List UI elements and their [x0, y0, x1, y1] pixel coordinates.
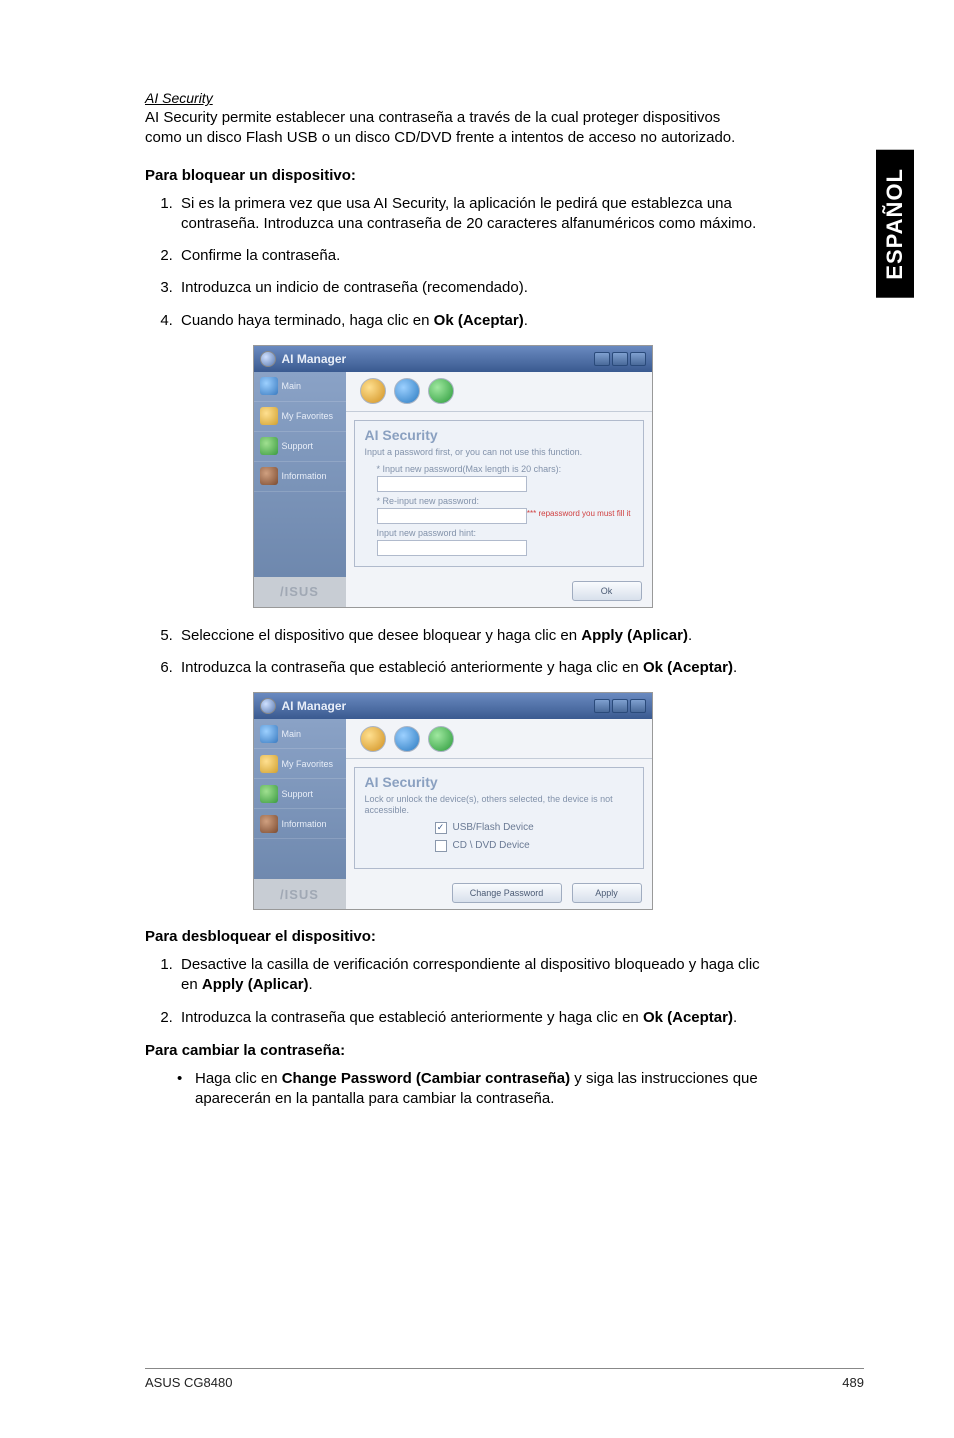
- ai-security-panel: AI Security Lock or unlock the device(s)…: [354, 767, 644, 869]
- panel-desc: Lock or unlock the device(s), others sel…: [365, 794, 633, 816]
- sidebar-item-information[interactable]: Information: [254, 462, 346, 492]
- close-icon[interactable]: [630, 352, 646, 366]
- new-password-label: * Input new password(Max length is 20 ch…: [377, 464, 633, 474]
- change-password-button[interactable]: Change Password: [452, 883, 562, 903]
- usb-flash-label: USB/Flash Device: [453, 822, 534, 833]
- ai-security-panel: AI Security Input a password first, or y…: [354, 420, 644, 567]
- minimize-icon[interactable]: [594, 352, 610, 366]
- toolbar-tool-1-icon[interactable]: [360, 378, 386, 404]
- window-title: AI Manager: [282, 699, 594, 713]
- reinput-password-input[interactable]: [377, 508, 527, 524]
- lock-steps-1-4: Si es la primera vez que usa AI Security…: [145, 194, 760, 331]
- cd-dvd-option[interactable]: CD \ DVD Device: [435, 840, 633, 852]
- ok-button[interactable]: Ok: [572, 581, 642, 601]
- maximize-icon[interactable]: [612, 699, 628, 713]
- apply-button[interactable]: Apply: [572, 883, 642, 903]
- unlock-step-2: Introduzca la contraseña que estableció …: [177, 1008, 760, 1028]
- sidebar: Main My Favorites Support Information /I…: [254, 372, 346, 607]
- minimize-icon[interactable]: [594, 699, 610, 713]
- close-icon[interactable]: [630, 699, 646, 713]
- lock-step-6: Introduzca la contraseña que estableció …: [177, 658, 760, 678]
- main-icon: [260, 725, 278, 743]
- footer-page-number: 489: [842, 1375, 864, 1390]
- cd-dvd-checkbox[interactable]: [435, 840, 447, 852]
- lock-step-2: Confirme la contraseña.: [177, 246, 760, 266]
- unlock-steps: Desactive la casilla de verificación cor…: [145, 955, 760, 1028]
- change-bullets: Haga clic en Change Password (Cambiar co…: [145, 1069, 760, 1110]
- password-warning: *** repassword you must fill it: [527, 509, 631, 518]
- toolbar-tool-3-icon[interactable]: [428, 726, 454, 752]
- language-side-tab: ESPAÑOL: [876, 150, 914, 298]
- sidebar-item-main[interactable]: Main: [254, 372, 346, 402]
- sidebar: Main My Favorites Support Information /I…: [254, 719, 346, 909]
- reinput-password-label: * Re-input new password:: [377, 496, 633, 506]
- support-icon: [260, 785, 278, 803]
- new-password-input[interactable]: [377, 476, 527, 492]
- sidebar-item-information[interactable]: Information: [254, 809, 346, 839]
- hint-input[interactable]: [377, 540, 527, 556]
- sidebar-item-support[interactable]: Support: [254, 432, 346, 462]
- lock-step-5: Seleccione el dispositivo que desee bloq…: [177, 626, 760, 646]
- window-titlebar: AI Manager: [254, 346, 652, 372]
- panel-title: AI Security: [365, 427, 633, 443]
- panel-desc: Input a password first, or you can not u…: [365, 447, 633, 458]
- information-icon: [260, 815, 278, 833]
- window-title: AI Manager: [282, 352, 594, 366]
- hint-label: Input new password hint:: [377, 528, 633, 538]
- usb-flash-checkbox[interactable]: ✓: [435, 822, 447, 834]
- toolbar-tool-2-icon[interactable]: [394, 726, 420, 752]
- lock-step-4: Cuando haya terminado, haga clic en Ok (…: [177, 311, 760, 331]
- unlock-step-1: Desactive la casilla de verificación cor…: [177, 955, 760, 996]
- information-icon: [260, 467, 278, 485]
- toolbar-tool-2-icon[interactable]: [394, 378, 420, 404]
- toolbar: [346, 719, 652, 759]
- sidebar-item-favorites[interactable]: My Favorites: [254, 749, 346, 779]
- toolbar-tool-1-icon[interactable]: [360, 726, 386, 752]
- cd-dvd-label: CD \ DVD Device: [453, 840, 530, 851]
- app-logo-icon: [260, 698, 276, 714]
- lock-step-3: Introduzca un indicio de contraseña (rec…: [177, 278, 760, 298]
- toolbar-tool-3-icon[interactable]: [428, 378, 454, 404]
- unlock-heading: Para desbloquear el dispositivo:: [145, 928, 760, 945]
- maximize-icon[interactable]: [612, 352, 628, 366]
- usb-flash-option[interactable]: ✓ USB/Flash Device: [435, 822, 633, 834]
- sidebar-item-favorites[interactable]: My Favorites: [254, 402, 346, 432]
- main-icon: [260, 377, 278, 395]
- screenshot-select-device: AI Manager Main My Favorites Support Inf…: [253, 692, 653, 910]
- sidebar-brand: /ISUS: [254, 879, 346, 909]
- screenshot-set-password: AI Manager Main My Favorites Support Inf…: [253, 345, 653, 608]
- panel-title: AI Security: [365, 774, 633, 790]
- page-footer: ASUS CG8480 489: [145, 1368, 864, 1390]
- change-heading: Para cambiar la contraseña:: [145, 1042, 760, 1059]
- section-intro: AI Security permite establecer una contr…: [145, 108, 760, 149]
- app-logo-icon: [260, 351, 276, 367]
- support-icon: [260, 437, 278, 455]
- page-content: AI Security AI Security permite establec…: [0, 0, 820, 1109]
- sidebar-item-support[interactable]: Support: [254, 779, 346, 809]
- favorites-icon: [260, 755, 278, 773]
- sidebar-brand: /ISUS: [254, 577, 346, 607]
- sidebar-item-main[interactable]: Main: [254, 719, 346, 749]
- change-bullet-1: Haga clic en Change Password (Cambiar co…: [177, 1069, 760, 1110]
- window-titlebar: AI Manager: [254, 693, 652, 719]
- lock-steps-5-6: Seleccione el dispositivo que desee bloq…: [145, 626, 760, 679]
- lock-step-1: Si es la primera vez que usa AI Security…: [177, 194, 760, 235]
- lock-heading: Para bloquear un dispositivo:: [145, 167, 760, 184]
- footer-product: ASUS CG8480: [145, 1375, 232, 1390]
- section-title: AI Security: [145, 90, 760, 106]
- toolbar: [346, 372, 652, 412]
- favorites-icon: [260, 407, 278, 425]
